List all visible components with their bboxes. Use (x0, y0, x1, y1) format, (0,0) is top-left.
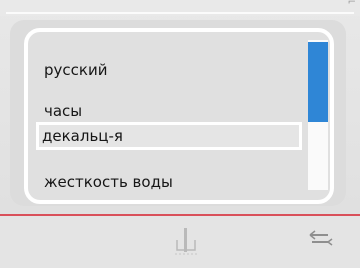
menu-item-language[interactable]: русский (44, 60, 107, 80)
menu-item-clock[interactable]: часы (44, 101, 82, 121)
menu-item-water-hardness[interactable]: жесткость воды (44, 172, 173, 192)
swap-arrows-icon[interactable] (306, 229, 336, 249)
top-divider (6, 12, 354, 14)
menu-item-descale[interactable]: декальц-я (36, 122, 302, 150)
scrollbar-thumb[interactable] (308, 42, 328, 122)
device-screen: ⌐ русский часы декальц-я жесткость воды (0, 0, 360, 268)
corner-tick-icon: ⌐ (347, 0, 356, 8)
fine-tune-icon[interactable] (171, 226, 201, 258)
